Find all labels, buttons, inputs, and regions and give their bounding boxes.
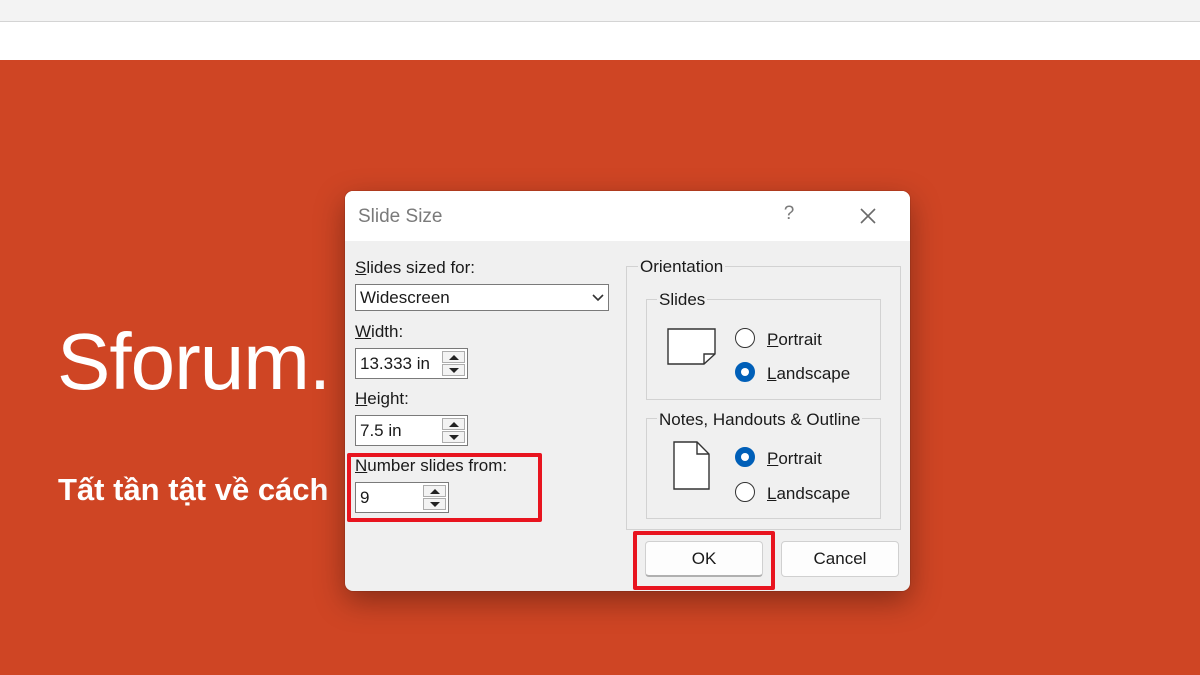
help-button[interactable]: ? xyxy=(777,203,801,229)
width-decrement-button[interactable] xyxy=(442,364,465,376)
slides-sized-for-select[interactable]: Widescreen xyxy=(355,284,609,311)
slide-title[interactable]: Sforum. xyxy=(57,322,331,402)
arrow-down-icon xyxy=(449,435,459,440)
slides-portrait-radio[interactable] xyxy=(735,328,755,348)
slides-sized-for-value: Widescreen xyxy=(360,288,450,307)
slides-orientation-label: Slides xyxy=(657,290,708,310)
slides-landscape-label: Landscape xyxy=(767,364,851,383)
height-spinner[interactable]: 7.5 in xyxy=(355,415,468,446)
dialog-title: Slide Size xyxy=(358,206,443,227)
dialog-titlebar[interactable]: Slide Size ? xyxy=(345,191,910,241)
height-label: Height: xyxy=(355,389,409,408)
notes-landscape-radio[interactable] xyxy=(735,482,755,502)
browser-top-strip xyxy=(0,0,1200,22)
slides-portrait-label: Portrait xyxy=(767,330,822,349)
width-label: Width: xyxy=(355,322,404,341)
arrow-up-icon xyxy=(449,355,459,360)
cancel-button[interactable]: Cancel xyxy=(781,541,899,577)
height-value: 7.5 in xyxy=(360,421,402,440)
notes-orientation-label: Notes, Handouts & Outline xyxy=(657,410,863,430)
ribbon-area xyxy=(0,22,1200,60)
width-increment-button[interactable] xyxy=(442,351,465,363)
notes-portrait-label: Portrait xyxy=(767,449,822,468)
slide-size-dialog: Slide Size ? Slides sized for: Widescree… xyxy=(345,191,910,591)
orientation-label: Orientation xyxy=(638,257,726,277)
height-increment-button[interactable] xyxy=(442,418,465,430)
landscape-page-icon xyxy=(667,328,717,371)
arrow-down-icon xyxy=(449,368,459,373)
width-spinner[interactable]: 13.333 in xyxy=(355,348,468,379)
arrow-up-icon xyxy=(449,422,459,427)
portrait-page-icon xyxy=(673,441,711,496)
close-icon xyxy=(860,208,876,224)
number-slides-highlight-box xyxy=(347,453,542,522)
close-button[interactable] xyxy=(855,203,881,229)
notes-portrait-radio[interactable] xyxy=(735,447,755,467)
slide-subtitle[interactable]: Tất tần tật về cách xyxy=(58,474,328,505)
height-decrement-button[interactable] xyxy=(442,431,465,443)
ok-button-highlight-box xyxy=(633,531,775,590)
notes-landscape-label: Landscape xyxy=(767,484,851,503)
slides-landscape-radio[interactable] xyxy=(735,362,755,382)
chevron-down-icon xyxy=(591,290,605,309)
slides-sized-for-label: Slides sized for: xyxy=(355,258,476,277)
width-value: 13.333 in xyxy=(360,354,430,373)
